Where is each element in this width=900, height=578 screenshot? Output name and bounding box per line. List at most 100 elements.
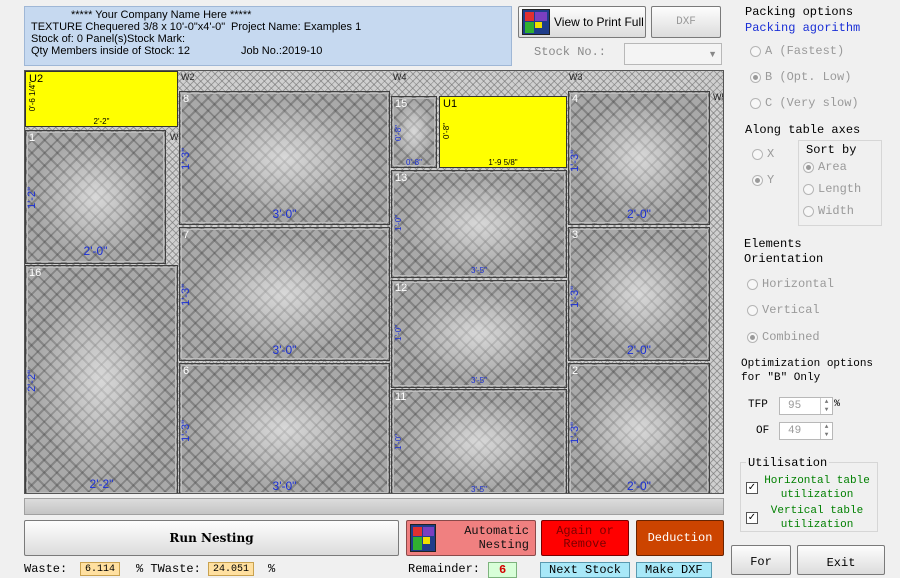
- radio-indicator: [803, 183, 814, 195]
- piece-15[interactable]: 15 0'-8" 0'-8": [391, 96, 437, 168]
- radio-sort-width[interactable]: Width: [803, 204, 854, 218]
- radio-algorithm-c[interactable]: C (Very slow): [750, 96, 859, 110]
- radio-sort-area[interactable]: Area: [803, 160, 847, 174]
- axis-y-label: Y: [767, 173, 775, 187]
- packing-algorithm-title: Packing agorithm: [745, 21, 861, 35]
- piece-6[interactable]: 6 1'-3" 3'-0": [179, 363, 390, 493]
- piece-13[interactable]: 13 1'-0" 3'-5": [391, 170, 567, 278]
- radio-indicator: [752, 148, 763, 160]
- horizontal-scrollbar[interactable]: [24, 498, 724, 515]
- radio-indicator: [747, 331, 758, 343]
- exit-button[interactable]: Exit: [797, 545, 885, 575]
- project-name: Project Name: Examples 1: [231, 21, 362, 33]
- orientation-horizontal-label: Horizontal: [762, 277, 835, 291]
- sort-by-title: Sort by: [806, 143, 857, 157]
- vertical-utilization-checkbox[interactable]: ✓: [746, 512, 758, 524]
- radio-algorithm-b[interactable]: B (Opt. Low): [750, 70, 851, 84]
- piece-7[interactable]: 7 1'-3" 3'-0": [179, 227, 390, 361]
- radio-axis-y[interactable]: Y: [752, 173, 774, 187]
- optimization-title-2: for "B" Only: [741, 372, 821, 384]
- waste-value: 6.114: [80, 562, 121, 576]
- algorithm-c-label: C (Very slow): [765, 96, 859, 110]
- piece-3[interactable]: 3 1'-3" 2'-0": [568, 227, 710, 361]
- nesting-tiles-icon: [410, 524, 436, 552]
- stock-no-label: Stock No.:: [534, 45, 607, 59]
- orientation-vertical-label: Vertical: [762, 303, 820, 317]
- radio-indicator: [750, 45, 761, 57]
- radio-orientation-combined[interactable]: Combined: [747, 330, 820, 344]
- stock-no-select[interactable]: ▼: [624, 43, 722, 65]
- sort-area-label: Area: [818, 160, 847, 174]
- spinner-arrows-icon[interactable]: ▲ ▼: [820, 423, 832, 439]
- horizontal-utilization-checkbox[interactable]: ✓: [746, 482, 758, 494]
- piece-8[interactable]: 8 1'-3" 3'-0": [179, 91, 390, 225]
- piece-12[interactable]: 12 1'-0" 3'-5": [391, 280, 567, 388]
- run-nesting-button[interactable]: Run Nesting: [24, 520, 399, 556]
- automatic-label-1: Automatic: [464, 524, 529, 538]
- horizontal-utilization-label: Horizontal table utilization: [764, 475, 870, 501]
- vertical-utilization-label: Vertical table utilization: [770, 505, 864, 531]
- radio-indicator: [803, 205, 814, 217]
- of-value: 49: [788, 425, 802, 437]
- remainder-value: 6: [488, 562, 518, 578]
- table-axes-title: Along table axes: [745, 123, 861, 137]
- utilisation-title: Utilisation: [746, 456, 830, 470]
- strip-w5: W5: [713, 92, 723, 102]
- dxf-button[interactable]: DXF: [651, 6, 721, 38]
- packing-options-title: Packing options: [745, 5, 854, 19]
- radio-indicator: [747, 278, 758, 290]
- automatic-nesting-button[interactable]: Automatic Nesting: [406, 520, 536, 556]
- tfp-label: TFP: [748, 399, 768, 411]
- strip-w3: W3: [569, 72, 583, 82]
- view-to-print-button[interactable]: View to Print Full: [518, 6, 646, 38]
- piece-u2[interactable]: U2 0'-6 1/4" 2'-2": [25, 71, 178, 127]
- deduction-label: Deduction: [647, 531, 713, 545]
- qty-members: Qty Members inside of Stock: 12: [31, 45, 190, 57]
- automatic-label-2: Nesting: [478, 538, 529, 552]
- piece-16[interactable]: 16 2'-2" 2'-2": [25, 265, 178, 493]
- job-number: Job No.:2019-10: [241, 45, 323, 57]
- radio-indicator: [750, 71, 761, 83]
- algorithm-a-label: A (Fastest): [765, 44, 845, 58]
- orientation-combined-label: Combined: [762, 330, 820, 344]
- make-dxf-button[interactable]: Make DXF: [636, 562, 712, 578]
- tfp-spinner[interactable]: 95 ▲ ▼: [779, 397, 833, 415]
- radio-orientation-horizontal[interactable]: Horizontal: [747, 277, 834, 291]
- again-label-2: Remove: [563, 537, 607, 551]
- radio-indicator: [752, 174, 763, 186]
- next-stock-button[interactable]: Next Stock: [540, 562, 631, 578]
- strip-w2: W2: [181, 72, 195, 82]
- twaste-pct: %: [268, 562, 276, 576]
- strip-w4: W4: [393, 72, 407, 82]
- spinner-arrows-icon[interactable]: ▲ ▼: [820, 398, 832, 414]
- waste-label: Waste:: [24, 562, 68, 576]
- dxf-label: DXF: [676, 16, 696, 28]
- axis-x-label: X: [767, 147, 775, 161]
- nesting-tiles-icon: [522, 9, 550, 35]
- stock-count: Stock of: 0 Panel(s): [31, 33, 127, 45]
- of-label: OF: [756, 425, 770, 437]
- piece-1[interactable]: 1 1'-2" 2'-0": [25, 130, 166, 264]
- sort-length-label: Length: [818, 182, 862, 196]
- piece-u1[interactable]: U1 0'-8" 1'-9 5/8": [439, 96, 567, 168]
- piece-11[interactable]: 11 1'-0" 3'-5": [391, 389, 567, 493]
- orientation-title-2: Orientation: [744, 252, 824, 266]
- again-or-remove-button[interactable]: Again or Remove: [541, 520, 629, 556]
- algorithm-b-label: B (Opt. Low): [765, 70, 852, 84]
- tfp-value: 95: [788, 400, 802, 412]
- radio-sort-length[interactable]: Length: [803, 182, 861, 196]
- radio-orientation-vertical[interactable]: Vertical: [747, 303, 820, 317]
- piece-4[interactable]: 4 1'-3" 2'-0": [568, 91, 710, 225]
- radio-indicator: [750, 97, 761, 109]
- radio-axis-x[interactable]: X: [752, 147, 774, 161]
- radio-indicator: [803, 161, 814, 173]
- nesting-area[interactable]: W2 W4 W3 W5 W1 U2 0'-6 1/4" 2'-2" 1 1'-2…: [24, 70, 724, 494]
- deduction-button[interactable]: Deduction: [636, 520, 724, 556]
- orientation-title-1: Elements: [744, 237, 802, 251]
- twaste-value: 24.051: [208, 562, 255, 576]
- for-button[interactable]: For: [731, 545, 791, 575]
- optimization-title-1: Optimization options: [741, 358, 874, 370]
- of-spinner[interactable]: 49 ▲ ▼: [779, 422, 833, 440]
- piece-2[interactable]: 2 1'-3" 2'-0": [568, 363, 710, 493]
- radio-algorithm-a[interactable]: A (Fastest): [750, 44, 844, 58]
